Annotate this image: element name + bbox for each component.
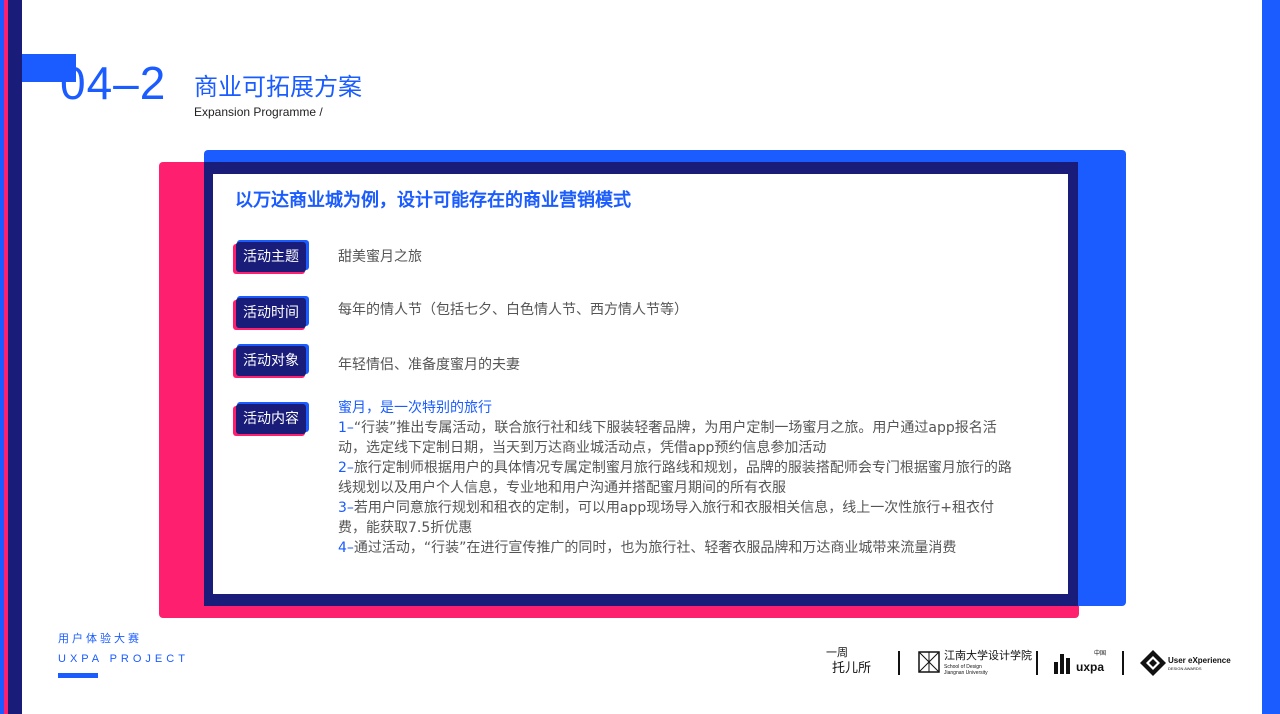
logo-separator bbox=[898, 651, 900, 675]
logo-nursery: 一周 托儿所 bbox=[826, 646, 882, 676]
uxpa-mark-icon bbox=[1054, 654, 1070, 674]
activity-time-value: 每年的情人节（包括七夕、白色情人节、西方情人节等） bbox=[338, 302, 688, 318]
tag-activity-content: 活动内容 bbox=[233, 402, 309, 436]
item-number: 1– bbox=[338, 420, 354, 436]
footer-accent-bar bbox=[58, 673, 98, 678]
card-heading: 以万达商业城为例，设计可能存在的商业营销模式 bbox=[235, 190, 631, 211]
jiangnan-name: 江南大学设计学院 bbox=[944, 650, 1032, 662]
section-number: 04–2 bbox=[60, 57, 167, 109]
item-number: 3– bbox=[338, 500, 354, 516]
activity-theme-value: 甜美蜜月之旅 bbox=[338, 249, 422, 265]
tag-label: 活动主题 bbox=[243, 249, 299, 265]
tag-label: 活动时间 bbox=[243, 305, 299, 321]
uxpa-china: 中国 bbox=[1094, 651, 1107, 657]
ux-awards-name: User eXperience bbox=[1168, 656, 1231, 665]
uxpa-name: uxpa bbox=[1076, 660, 1105, 674]
activity-content-body: 蜜月，是一次特别的旅行 1–“行装”推出专属活动，联合旅行社和线下服装轻奢品牌，… bbox=[338, 398, 1018, 558]
page-subtitle: Expansion Programme / bbox=[194, 105, 323, 119]
item-text: 通过活动，“行装”在进行宣传推广的同时，也为旅行社、轻奢衣服品牌和万达商业城带来… bbox=[353, 540, 957, 556]
logo-separator bbox=[1036, 651, 1038, 675]
content-item: 2–旅行定制师根据用户的具体情况专属定制蜜月旅行路线和规划，品牌的服装搭配师会专… bbox=[338, 458, 1018, 498]
activity-target-value: 年轻情侣、准备度蜜月的夫妻 bbox=[338, 357, 520, 373]
tag-label: 活动对象 bbox=[243, 353, 299, 369]
tag-activity-time: 活动时间 bbox=[233, 296, 309, 330]
ux-awards-diamond-icon bbox=[1140, 650, 1166, 676]
jiangnan-emblem-icon bbox=[918, 651, 940, 673]
logo-nursery-line2: 托儿所 bbox=[832, 660, 872, 675]
content-item: 4–通过活动，“行装”在进行宣传推广的同时，也为旅行社、轻奢衣服品牌和万达商业城… bbox=[338, 538, 1018, 558]
content-headline: 蜜月，是一次特别的旅行 bbox=[338, 400, 492, 416]
logo-jiangnan: 江南大学设计学院 School of Design Jiangnan Unive… bbox=[918, 650, 1032, 676]
tag-activity-theme: 活动主题 bbox=[233, 240, 309, 274]
jiangnan-sub2: Jiangnan University bbox=[944, 670, 988, 676]
logo-uxpa: uxpa 中国 bbox=[1054, 650, 1110, 676]
page-title: 商业可拓展方案 bbox=[194, 73, 362, 101]
item-text: 若用户同意旅行规划和租衣的定制，可以用app现场导入旅行和衣服相关信息，线上一次… bbox=[338, 500, 995, 536]
item-text: “行装”推出专属活动，联合旅行社和线下服装轻奢品牌，为用户定制一场蜜月之旅。用户… bbox=[338, 420, 997, 456]
left-edge-navy-stripe bbox=[8, 0, 22, 714]
ux-awards-sub: DESIGN AWARDS bbox=[1168, 666, 1202, 671]
logo-separator bbox=[1122, 651, 1124, 675]
content-item: 1–“行装”推出专属活动，联合旅行社和线下服装轻奢品牌，为用户定制一场蜜月之旅。… bbox=[338, 418, 1018, 458]
content-item: 3–若用户同意旅行规划和租衣的定制，可以用app现场导入旅行和衣服相关信息，线上… bbox=[338, 498, 1018, 538]
footer-label-cn: 用户体验大赛 bbox=[58, 632, 142, 645]
logo-nursery-line1: 一周 bbox=[826, 647, 848, 659]
logo-ux-awards: User eXperience DESIGN AWARDS bbox=[1140, 650, 1231, 676]
footer-label-en: UXPA PROJECT bbox=[58, 653, 189, 665]
item-text: 旅行定制师根据用户的具体情况专属定制蜜月旅行路线和规划，品牌的服装搭配师会专门根… bbox=[338, 460, 1012, 496]
item-number: 2– bbox=[338, 460, 354, 476]
right-edge-blue-stripe bbox=[1262, 0, 1280, 714]
tag-label: 活动内容 bbox=[243, 411, 299, 427]
tag-activity-target: 活动对象 bbox=[233, 344, 309, 378]
item-number: 4– bbox=[338, 540, 354, 556]
